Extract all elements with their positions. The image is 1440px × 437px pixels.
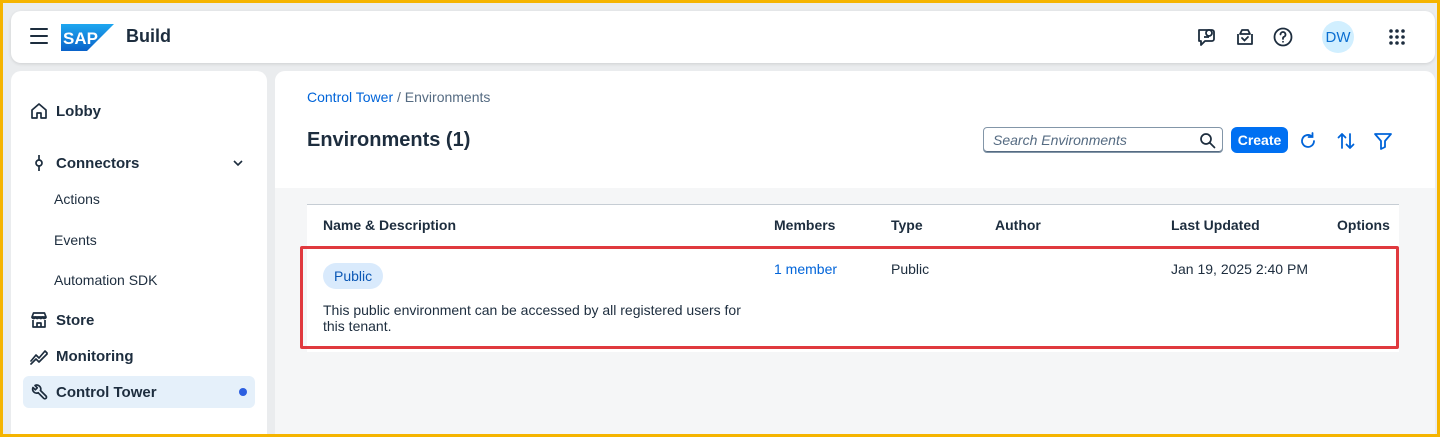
- nav-item-connectors[interactable]: Connectors: [23, 147, 255, 179]
- side-navigation: Lobby Connectors Actions Events Automati…: [11, 71, 267, 434]
- nav-subitem-events[interactable]: Events: [54, 232, 97, 248]
- breadcrumb: Control Tower / Environments: [307, 89, 490, 105]
- shell-bar: SAP Build DW: [11, 11, 1435, 63]
- app-frame: SAP Build DW Lobby Connectors Actions Ev…: [3, 3, 1437, 434]
- nav-label-monitoring: Monitoring: [56, 347, 134, 365]
- nav-label-connectors: Connectors: [56, 154, 140, 172]
- nav-item-monitoring[interactable]: Monitoring: [23, 340, 255, 372]
- environments-table: Name & Description Members Type Author L…: [307, 204, 1399, 352]
- nav-label-control-tower: Control Tower: [56, 383, 157, 401]
- breadcrumb-environments: Environments: [404, 89, 491, 105]
- nav-subitem-automation-sdk[interactable]: Automation SDK: [54, 272, 158, 288]
- menu-icon[interactable]: [30, 28, 48, 46]
- chevron-down-icon[interactable]: [231, 156, 245, 170]
- page-header: Control Tower / Environments Environment…: [275, 71, 1435, 188]
- column-header-name[interactable]: Name & Description: [323, 217, 456, 233]
- nav-label-store: Store: [56, 311, 95, 329]
- active-indicator: [239, 388, 247, 396]
- feedback-icon[interactable]: [1195, 25, 1219, 49]
- breadcrumb-separator: /: [393, 89, 405, 105]
- main-content: Control Tower / Environments Environment…: [275, 71, 1435, 434]
- wrench-icon: [29, 382, 49, 402]
- column-header-options: Options: [1337, 217, 1390, 233]
- user-avatar[interactable]: DW: [1322, 21, 1354, 53]
- last-updated-cell: Jan 19, 2025 2:40 PM: [1171, 261, 1308, 277]
- search-field[interactable]: [983, 127, 1223, 153]
- environment-name-badge[interactable]: Public: [323, 263, 384, 289]
- nav-item-lobby[interactable]: Lobby: [23, 95, 255, 127]
- notifications-icon[interactable]: [1233, 25, 1257, 49]
- svg-text:SAP: SAP: [63, 29, 98, 48]
- column-header-author[interactable]: Author: [995, 217, 1041, 233]
- help-icon[interactable]: [1271, 25, 1295, 49]
- store-icon: [29, 310, 49, 330]
- column-header-members[interactable]: Members: [774, 217, 835, 233]
- nav-label-lobby: Lobby: [56, 102, 101, 120]
- connector-icon: [29, 153, 49, 173]
- page-title: Environments (1): [307, 129, 471, 151]
- nav-item-store[interactable]: Store: [23, 304, 255, 336]
- column-header-type[interactable]: Type: [891, 217, 923, 233]
- nav-item-control-tower[interactable]: Control Tower: [23, 376, 255, 408]
- breadcrumb-control-tower[interactable]: Control Tower: [307, 89, 393, 105]
- search-icon[interactable]: [1199, 132, 1216, 149]
- nav-subitem-actions[interactable]: Actions: [54, 191, 100, 207]
- search-input[interactable]: [993, 128, 1193, 152]
- create-button[interactable]: Create: [1231, 127, 1288, 153]
- refresh-icon[interactable]: [1297, 130, 1319, 152]
- app-launcher-icon[interactable]: [1385, 25, 1409, 49]
- sort-icon[interactable]: [1335, 130, 1357, 152]
- product-name: Build: [126, 26, 171, 46]
- monitoring-icon: [29, 346, 49, 366]
- filter-icon[interactable]: [1372, 130, 1394, 152]
- header-divider: [307, 247, 1399, 248]
- column-header-last-updated[interactable]: Last Updated: [1171, 217, 1260, 233]
- sap-logo[interactable]: SAP: [61, 24, 114, 51]
- home-icon: [29, 101, 49, 121]
- members-link[interactable]: 1 member: [774, 261, 837, 277]
- environment-description: This public environment can be accessed …: [323, 302, 741, 334]
- type-cell: Public: [891, 261, 930, 277]
